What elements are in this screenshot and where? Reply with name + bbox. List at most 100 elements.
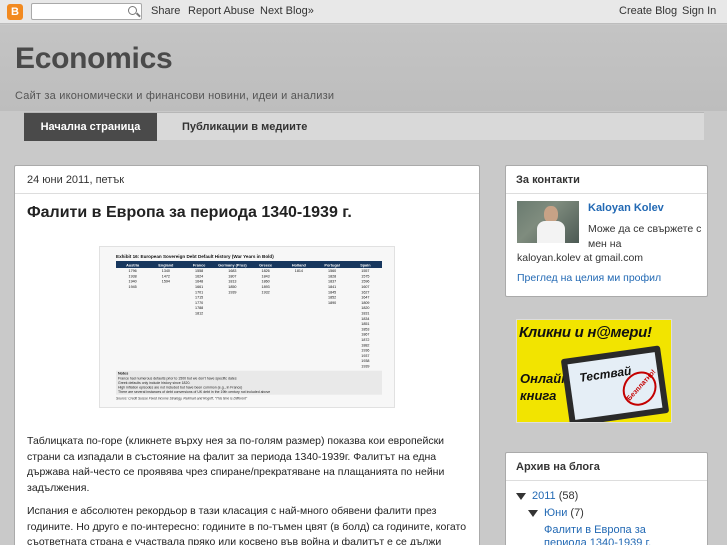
tab-home[interactable]: Начална страница <box>24 113 157 141</box>
table-cell: 1831 <box>361 312 369 316</box>
table-source: Source: Credit Suisse Fixed Income Strat… <box>116 397 248 401</box>
search-box[interactable] <box>31 3 142 20</box>
create-blog-link[interactable]: Create Blog <box>619 5 677 17</box>
table-cell: 1627 <box>361 290 369 294</box>
table-column-header: Greece <box>259 263 272 267</box>
blog-description: Сайт за икономически и финансови новини,… <box>15 90 335 102</box>
table-column-header: Portugal <box>324 263 339 267</box>
ad-line-book: книга <box>520 388 557 403</box>
default-history-table-image[interactable]: Exhibit 16: European Sovereign Debt Defa… <box>99 246 395 408</box>
table-cell: 1807 <box>228 274 236 278</box>
view-profile-link[interactable]: Преглед на целия ми профил <box>517 272 661 284</box>
table-cell: 1661 <box>195 285 203 289</box>
table-cell: 1939 <box>228 290 236 294</box>
table-cell: 1828 <box>328 274 336 278</box>
table-cell: 1624 <box>195 274 203 278</box>
archive-year-row[interactable]: 2011 (58) <box>516 490 578 502</box>
table-cell: 1845 <box>328 290 336 294</box>
table-column-header: Holland <box>292 263 307 267</box>
report-abuse-link[interactable]: Report Abuse <box>188 5 255 17</box>
table-cell: 1820 <box>361 306 369 310</box>
sign-in-link[interactable]: Sign In <box>682 5 716 17</box>
table-cell: 1557 <box>361 269 369 273</box>
post-body: Таблицката по-горе (кликнете върху нея з… <box>27 434 467 545</box>
table-note: High inflation episodes are not included… <box>118 386 242 390</box>
next-blog-link[interactable]: Next Blog» <box>260 5 314 17</box>
table-cell: 1938 <box>361 359 369 363</box>
contacts-heading: За контакти <box>506 166 707 194</box>
table-cell: 1594 <box>162 280 170 284</box>
table-cell: 1940 <box>129 280 137 284</box>
table-column-header: England <box>158 263 174 267</box>
blog-title[interactable]: Economics <box>15 42 173 76</box>
page-tabs: Начална страница Публикации в медиите <box>24 112 704 141</box>
table-cell: 1701 <box>195 290 203 294</box>
profile-photo-shirt <box>537 221 565 243</box>
post-date: 24 юни 2011, петък <box>15 166 479 194</box>
tablet-screen: Тествай Безплатно! <box>567 352 664 420</box>
archive-year-link[interactable]: 2011 <box>532 490 556 502</box>
table-cell: 1826 <box>262 269 270 273</box>
table-cell: 1647 <box>361 296 369 300</box>
table-cell: 1843 <box>262 274 270 278</box>
archive-post-link[interactable]: Фалити в Европа за периода 1340-1939 г. <box>544 524 651 545</box>
table-cell: 1945 <box>129 285 137 289</box>
table-column-header: France <box>193 263 205 267</box>
archive-post-line[interactable]: периода 1340-1939 г. <box>544 537 651 545</box>
share-link[interactable]: Share <box>151 5 180 17</box>
table-cell: 1837 <box>328 280 336 284</box>
default-history-table: Exhibit 16: European Sovereign Debt Defa… <box>116 254 382 401</box>
archive-year-count: (58) <box>558 490 579 502</box>
table-cell: 1813 <box>228 280 236 284</box>
table-cell: 1893 <box>262 285 270 289</box>
post-title[interactable]: Фалити в Европа за периода 1340-1939 г. <box>27 204 352 222</box>
table-column-header: Austria <box>126 263 140 267</box>
expand-triangle-icon[interactable] <box>528 509 538 517</box>
tab-media-publications[interactable]: Публикации в медиите <box>166 113 323 141</box>
table-cell: 1841 <box>328 285 336 289</box>
ad-subline: Онлайн книга <box>520 370 569 404</box>
table-column-header: Spain <box>360 263 371 267</box>
table-cell: 1850 <box>228 285 236 289</box>
archive-month-row[interactable]: Юни (7) <box>528 507 584 519</box>
table-cell: 1648 <box>195 280 203 284</box>
table-cell: 1788 <box>195 306 203 310</box>
table-cell: 1937 <box>361 354 369 358</box>
table-notes-title: Notes <box>118 372 128 376</box>
table-cell: 1560 <box>328 269 336 273</box>
table-cell: 1770 <box>195 301 203 305</box>
table-note: There are several instances of debt conv… <box>118 390 270 394</box>
table-cell: 1890 <box>328 301 336 305</box>
profile-name-link[interactable]: Kaloyan Kolev <box>588 202 664 214</box>
table-cell: 1812 <box>195 312 203 316</box>
table-cell: 1936 <box>361 349 369 353</box>
table-cell: 1683 <box>228 269 236 273</box>
archive-month-count: (7) <box>570 507 584 519</box>
table-column-header: Germany (Prus) <box>218 263 247 267</box>
blogger-logo-icon[interactable]: B <box>7 4 23 20</box>
table-note: France had numerous defaults prior to 15… <box>118 376 237 380</box>
table-cell: 1607 <box>361 285 369 289</box>
archive-month-link[interactable]: Юни <box>544 507 567 519</box>
archive-post-line[interactable]: Фалити в Европа за <box>544 524 651 537</box>
table-cell: 1834 <box>361 317 369 321</box>
blog-post: 24 юни 2011, петък Фалити в Европа за пе… <box>14 165 480 545</box>
tablet-icon: Тествай Безплатно! <box>560 345 670 422</box>
table-cell: 1472 <box>162 274 170 278</box>
table-cell: 1939 <box>361 365 369 369</box>
table-cell: 1715 <box>195 296 203 300</box>
search-icon[interactable] <box>128 6 137 15</box>
table-cell: 1575 <box>361 274 369 278</box>
post-paragraph: Таблицката по-горе (кликнете върху нея з… <box>27 435 445 494</box>
profile-photo[interactable] <box>517 201 579 243</box>
table-cell: 1558 <box>195 269 203 273</box>
table-cell: 1814 <box>295 269 303 273</box>
table-cell: 1882 <box>361 343 369 347</box>
search-input[interactable] <box>35 4 125 19</box>
table-cell: 1853 <box>361 327 369 331</box>
expand-triangle-icon[interactable] <box>516 492 526 500</box>
table-exhibit-title: Exhibit 16: European Sovereign Debt Defa… <box>116 254 274 259</box>
table-cell: 1872 <box>361 338 369 342</box>
online-book-ad[interactable]: Кликни и н@мери! Онлайн книга Тествай Бе… <box>516 319 672 423</box>
blogger-navbar: B Share Report Abuse Next Blog» Create B… <box>0 0 727 24</box>
